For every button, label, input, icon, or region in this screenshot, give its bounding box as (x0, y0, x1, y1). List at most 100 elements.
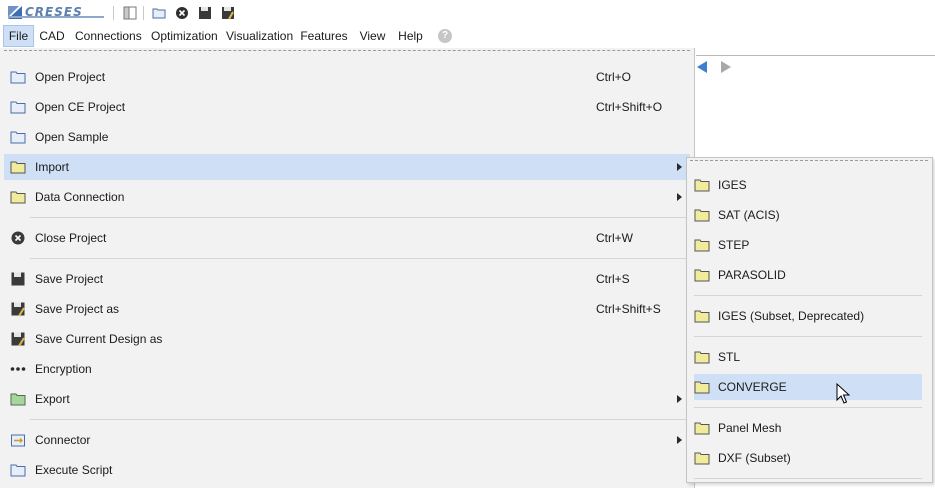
menu-visualization[interactable]: Visualization (226, 25, 293, 47)
close-project-icon[interactable] (175, 6, 189, 20)
folder-icon (694, 452, 710, 465)
menu-export[interactable]: Export (4, 386, 690, 412)
menu-features[interactable]: Features (300, 25, 348, 47)
menu-item-label: Connector (35, 433, 91, 447)
menu-execute-script[interactable]: Execute Script (4, 457, 690, 483)
import-parasolid[interactable]: PARASOLID (694, 262, 922, 288)
import-iges-subset-deprecated[interactable]: IGES (Subset, Deprecated) (694, 303, 922, 329)
menu-cad[interactable]: CAD (38, 25, 66, 47)
submenu-arrow-icon (677, 163, 682, 171)
menu-separator (694, 478, 922, 479)
folder-icon (10, 161, 26, 174)
menu-connector[interactable]: Connector (4, 427, 690, 453)
submenu-item-label: IGES (Subset, Deprecated) (718, 309, 865, 323)
menu-file[interactable]: File (3, 25, 34, 47)
folder-icon (694, 209, 710, 222)
menu-item-label: Execute Script (35, 463, 113, 477)
menu-save-project[interactable]: Save Project Ctrl+S (4, 266, 690, 292)
import-dxf-subset[interactable]: DXF (Subset) (694, 445, 922, 471)
shortcut-label: Ctrl+W (596, 231, 633, 245)
tearoff-line (690, 160, 928, 161)
save-icon[interactable] (198, 6, 212, 20)
folder-open-icon (10, 464, 26, 477)
help-circle-icon[interactable]: ? (438, 29, 452, 43)
submenu-item-label: IGES (718, 178, 747, 192)
import-submenu: IGES SAT (ACIS) STEP PARASOLID IGES (Sub… (686, 157, 933, 483)
menu-item-label: Open CE Project (35, 100, 126, 114)
menu-item-label: Save Project (35, 272, 104, 286)
submenu-item-label: Panel Mesh (718, 421, 782, 435)
import-stl[interactable]: STL (694, 344, 922, 370)
save-as-icon (11, 332, 25, 347)
menu-close-project[interactable]: Close Project Ctrl+W (4, 225, 690, 251)
folder-icon (694, 310, 710, 323)
menu-help[interactable]: Help (397, 25, 424, 47)
import-sat-acis[interactable]: SAT (ACIS) (694, 202, 922, 228)
folder-open-icon[interactable] (152, 6, 166, 20)
logo-underline (8, 16, 104, 18)
menu-open-ce-project[interactable]: Open CE Project Ctrl+Shift+O (4, 94, 690, 120)
submenu-item-label: STL (718, 350, 741, 364)
title-bar: CRESES (0, 0, 935, 25)
menu-import[interactable]: Import (4, 154, 690, 180)
menu-save-project-as[interactable]: Save Project as Ctrl+Shift+S (4, 296, 690, 322)
folder-open-icon (10, 71, 26, 84)
mouse-pointer-icon (836, 383, 850, 404)
menu-separator (30, 419, 690, 420)
import-converge[interactable]: CONVERGE (694, 374, 922, 400)
submenu-arrow-icon (677, 436, 682, 444)
menu-data-connection[interactable]: Data Connection (4, 184, 690, 210)
menu-item-label: Encryption (35, 362, 92, 376)
shortcut-label: Ctrl+Shift+S (596, 302, 661, 316)
menu-bar: File CAD Connections Optimization Visual… (0, 25, 935, 47)
menu-item-label: Import (35, 160, 70, 174)
menu-open-sample[interactable]: Open Sample (4, 124, 690, 150)
folder-icon (694, 381, 710, 394)
menu-open-project[interactable]: Open Project Ctrl+O (4, 64, 690, 90)
submenu-arrow-icon (677, 193, 682, 201)
submenu-item-label: CONVERGE (718, 380, 787, 394)
submenu-arrow-icon (677, 395, 682, 403)
file-menu: Open Project Ctrl+O Open CE Project Ctrl… (0, 48, 695, 488)
shortcut-label: Ctrl+Shift+O (596, 100, 663, 114)
menu-optimization[interactable]: Optimization (151, 25, 218, 47)
nav-back-icon[interactable] (697, 61, 707, 73)
import-panel-mesh[interactable]: Panel Mesh (694, 415, 922, 441)
toolbar-separator (113, 6, 114, 20)
save-icon (11, 272, 25, 286)
submenu-item-label: PARASOLID (718, 268, 786, 282)
close-circle-icon (11, 231, 25, 245)
menu-separator (694, 407, 922, 408)
menu-separator (30, 217, 690, 218)
menu-view[interactable]: View (359, 25, 386, 47)
menu-item-label: Close Project (35, 231, 107, 245)
menu-save-current-design-as[interactable]: Save Current Design as (4, 326, 690, 352)
menu-item-label: Open Project (35, 70, 106, 84)
viewport-area (696, 55, 935, 152)
folder-icon (694, 179, 710, 192)
layout-icon[interactable] (123, 6, 137, 20)
nav-forward-icon[interactable] (721, 61, 731, 73)
menu-item-label: Data Connection (35, 190, 125, 204)
save-as-icon[interactable] (221, 6, 235, 20)
menu-item-label: Save Current Design as (35, 332, 163, 346)
import-step[interactable]: STEP (694, 232, 922, 258)
menu-connections[interactable]: Connections (75, 25, 142, 47)
folder-export-icon (10, 393, 26, 406)
shortcut-label: Ctrl+O (596, 70, 632, 84)
folder-icon (694, 239, 710, 252)
folder-open-icon (10, 131, 26, 144)
toolbar-separator (143, 6, 144, 20)
folder-icon (694, 269, 710, 282)
menu-item-label: Open Sample (35, 130, 109, 144)
menu-encryption[interactable]: Encryption (4, 356, 690, 382)
menu-item-label: Save Project as (35, 302, 120, 316)
submenu-item-label: SAT (ACIS) (718, 208, 780, 222)
import-iges[interactable]: IGES (694, 172, 922, 198)
menu-item-label: Export (35, 392, 70, 406)
folder-icon (694, 422, 710, 435)
shortcut-label: Ctrl+S (596, 272, 630, 286)
menu-separator (694, 295, 922, 296)
more-dots-icon (10, 367, 26, 371)
folder-icon (10, 191, 26, 204)
